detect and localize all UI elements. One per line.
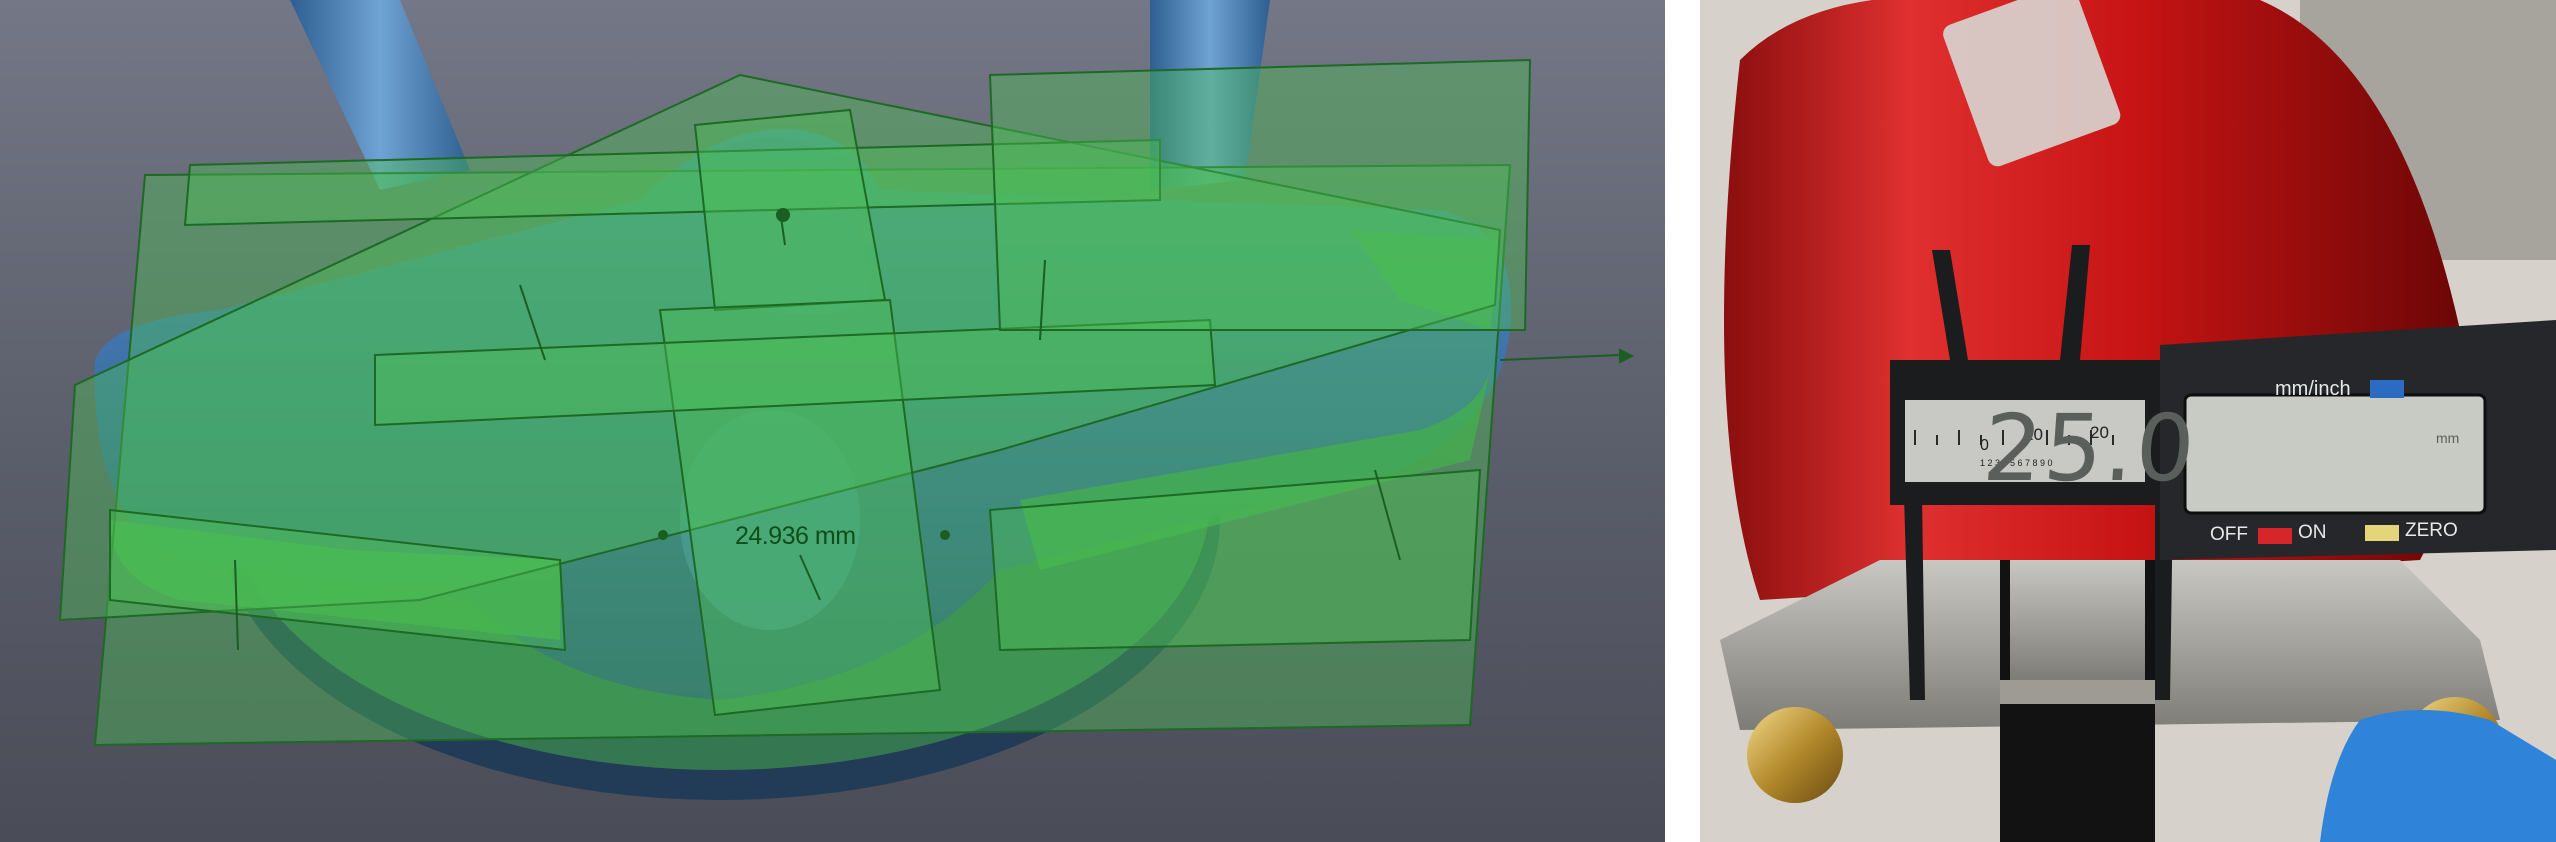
hose-fitting xyxy=(2010,560,2145,680)
scan-viewport[interactable]: 24.936 mm xyxy=(0,0,1665,842)
on-label: ON xyxy=(2298,522,2327,543)
lcd-reading: 25.0 xyxy=(1979,395,2201,502)
unit-button-label: mm/inch xyxy=(2275,378,2351,400)
zero-button xyxy=(2365,525,2399,541)
scan-scene xyxy=(58,0,1635,800)
fit-plane-upper-right xyxy=(988,58,1532,331)
measurement-label[interactable]: 24.936 mm xyxy=(735,522,856,551)
fit-planes xyxy=(58,58,1532,747)
on-button xyxy=(2258,528,2292,544)
unit-button xyxy=(2370,380,2404,398)
brass-nut-left xyxy=(1747,707,1843,803)
hose-collar xyxy=(2000,680,2155,704)
lcd-display xyxy=(2183,393,2487,515)
zero-label: ZERO xyxy=(2405,520,2458,541)
fit-plane-boss xyxy=(693,108,887,312)
lcd-unit: mm xyxy=(2436,430,2460,446)
off-label: OFF xyxy=(2210,524,2248,545)
